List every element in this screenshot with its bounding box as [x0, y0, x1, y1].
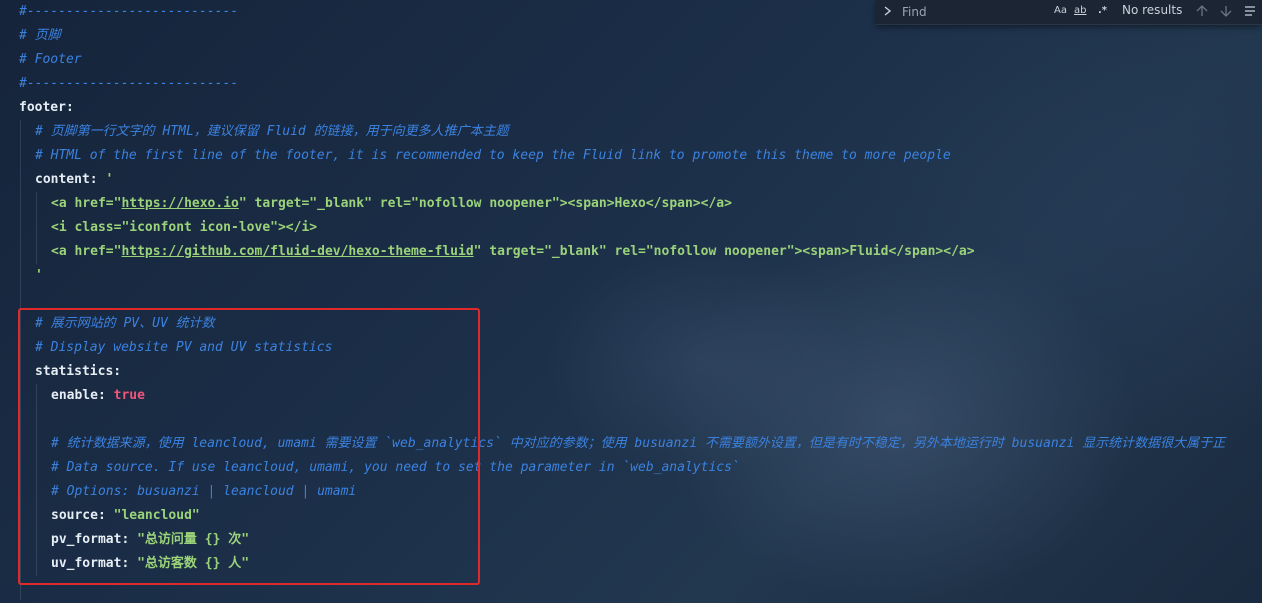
code-line: <a href="https://github.com/fluid-dev/he… [51, 244, 975, 259]
arrow-up-icon[interactable] [1194, 3, 1210, 19]
code-line: # 页脚 [19, 28, 61, 43]
code-line: # Footer [19, 52, 82, 67]
code-line: # HTML of the first line of the footer, … [35, 148, 951, 163]
code-line: #--------------------------- [19, 76, 239, 91]
code-line: #--------------------------- [19, 4, 239, 19]
code-line: <i class="iconfont icon-love"></i> [51, 220, 318, 235]
find-input-wrapper [896, 2, 1126, 21]
code-line: ' [35, 268, 43, 283]
find-result-count: No results [1122, 3, 1183, 17]
code-line: # 页脚第一行文字的 HTML，建议保留 Fluid 的链接，用于向更多人推广本… [35, 124, 509, 139]
find-in-selection-icon[interactable] [1242, 3, 1258, 19]
match-case-toggle[interactable]: Aa [1054, 2, 1067, 20]
code-editor[interactable]: #--------------------------- # 页脚 # Foot… [0, 0, 1262, 603]
code-line: footer: [19, 100, 74, 115]
regex-toggle[interactable]: .* [1098, 2, 1107, 20]
chevron-right-icon[interactable] [882, 3, 894, 19]
find-widget: Aa ab .* No results [876, 0, 1262, 25]
arrow-down-icon[interactable] [1218, 3, 1234, 19]
code-line: content: ' [35, 172, 114, 187]
find-input[interactable] [896, 2, 1042, 21]
indent-guide [36, 192, 37, 264]
whole-word-toggle[interactable]: ab [1074, 2, 1086, 20]
code-line: <a href="https://hexo.io" target="_blank… [51, 196, 732, 211]
red-highlight-box [18, 308, 480, 585]
